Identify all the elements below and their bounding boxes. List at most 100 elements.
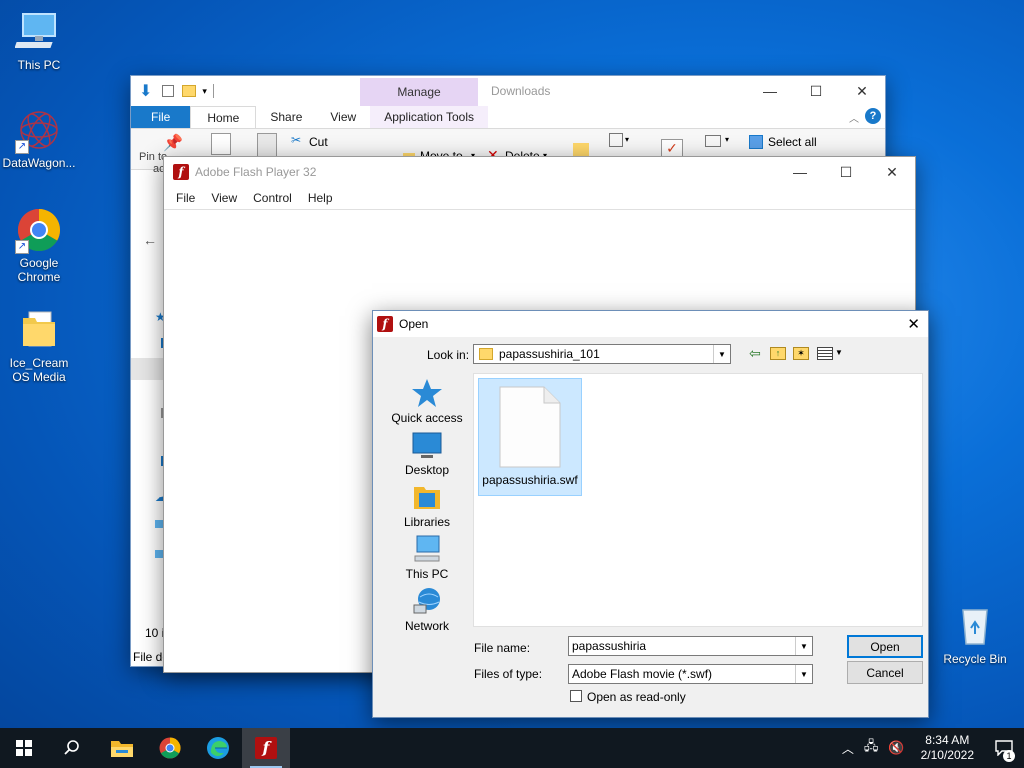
search-button[interactable] [48,728,96,768]
show-hidden-icons-icon[interactable]: ︿ [836,740,860,757]
clock[interactable]: 8:34 AM 2/10/2022 [911,733,984,763]
minimize-button[interactable]: — [747,76,793,106]
close-button[interactable]: ✕ [907,315,920,333]
shortcut-arrow-icon: ↗ [15,240,29,254]
cancel-button[interactable]: Cancel [847,661,923,684]
view-menu-icon[interactable] [817,347,833,360]
file-item[interactable]: papassushiria.swf [478,378,582,496]
dialog-titlebar[interactable]: f Open ✕ [373,311,928,337]
system-tray: ︿ 🖧 🔇 8:34 AM 2/10/2022 1 [836,728,1024,768]
datawagon-icon: ↗ [15,106,63,154]
chevron-down-icon[interactable]: ▼ [795,637,812,655]
nav-selected-row[interactable] [131,358,167,380]
flash-menubar: File View Control Help [164,187,915,209]
look-in-dropdown[interactable]: papassushiria_101 ▼ [473,344,731,364]
up-folder-icon[interactable]: ↑ [770,347,786,360]
desktop-icon-label: Ice_Cream OS Media [9,356,69,384]
select-all-button[interactable]: Select all [768,135,817,149]
tab-file[interactable]: File [131,106,191,128]
select-all-icon [749,135,763,149]
file-list[interactable]: papassushiria.swf [473,373,923,627]
notification-center-button[interactable]: 1 [984,728,1024,768]
menu-file[interactable]: File [168,191,203,205]
menu-help[interactable]: Help [300,191,341,205]
open-icon[interactable] [705,135,721,147]
flash-logo-icon: f [377,316,393,332]
desktop-icon-ice-cream-os-media[interactable]: Ice_Cream OS Media [0,306,78,384]
taskbar-file-explorer[interactable] [98,728,146,768]
file-name-input[interactable]: papassushiria ▼ [568,636,813,656]
readonly-checkbox[interactable] [570,690,582,702]
minimize-button[interactable]: — [777,157,823,187]
checkbox-icon[interactable] [162,85,175,97]
search-icon [64,740,79,755]
tab-view[interactable]: View [316,106,370,128]
place-quick-access[interactable]: Quick access [379,377,475,425]
maximize-button[interactable]: ☐ [793,76,839,106]
place-desktop[interactable]: Desktop [379,429,475,477]
place-this-pc[interactable]: This PC [379,533,475,581]
expand-ribbon-icon[interactable]: ︿ [849,110,859,125]
help-icon[interactable]: ? [865,108,881,124]
customize-toolbar-icon[interactable]: ▾ [202,86,207,97]
places-bar: Quick access Desktop Libraries This PC N… [379,373,475,635]
explorer-titlebar[interactable]: ⬇ ▾ Manage Downloads — ☐ ✕ [131,76,885,106]
desktop-icon-this-pc[interactable]: This PC [0,8,78,72]
open-button[interactable]: Open [847,635,923,658]
quick-access-down-icon[interactable]: ⬇ [139,81,152,101]
open-dialog[interactable]: f Open ✕ Look in: papassushiria_101 ▼ ⇦ … [372,310,929,718]
manage-label: Manage [397,85,441,99]
cut-label[interactable]: Cut [309,135,328,149]
computer-icon [411,533,443,565]
taskbar-flash-player[interactable]: f [242,728,290,768]
new-folder-icon[interactable]: ✶ [793,347,809,360]
clock-time: 8:34 AM [925,733,970,747]
desktop-icon-recycle-bin[interactable]: Recycle Bin [936,602,1014,666]
place-libraries[interactable]: Libraries [379,481,475,529]
file-type-label: Files of type: [474,667,543,681]
flash-logo-icon: f [173,164,189,180]
menu-control[interactable]: Control [245,191,300,205]
back-arrow-icon[interactable]: ← [143,232,157,248]
taskbar-chrome[interactable] [146,728,194,768]
place-label: Libraries [403,515,451,529]
file-type-dropdown[interactable]: Adobe Flash movie (*.swf) ▼ [568,664,813,684]
new-item-arrow-icon: ▾ [625,135,630,144]
desktop-icon-google-chrome[interactable]: ↗ Google Chrome [0,206,78,284]
tab-application-tools[interactable]: Application Tools [370,106,489,128]
manage-context-tab[interactable]: Manage [360,78,478,106]
flash-logo-icon: f [255,737,277,759]
desktop-icon-datawagon[interactable]: ↗ DataWagon... [0,106,78,170]
menu-view[interactable]: View [203,191,245,205]
close-button[interactable]: ✕ [839,76,885,106]
taskbar-edge[interactable] [194,728,242,768]
chevron-down-icon[interactable]: ▼ [713,345,730,363]
file-name-label: File name: [474,641,531,655]
tab-home[interactable]: Home [190,106,257,128]
flash-titlebar[interactable]: f Adobe Flash Player 32 — ☐ ✕ [164,157,915,187]
taskbar: f ︿ 🖧 🔇 8:34 AM 2/10/2022 1 [0,728,1024,768]
copy-icon[interactable] [211,133,231,155]
recycle-bin-icon [951,602,999,650]
file-name-value: papassushiria [572,639,647,653]
close-button[interactable]: ✕ [869,157,915,187]
start-button[interactable] [0,728,48,768]
chevron-down-icon[interactable]: ▼ [795,665,812,683]
scissors-icon[interactable]: ✂ [291,133,301,147]
place-network[interactable]: Network [379,585,475,633]
tab-share[interactable]: Share [256,106,316,128]
libraries-icon [411,481,443,513]
clock-date: 2/10/2022 [920,748,974,762]
maximize-button[interactable]: ☐ [823,157,869,187]
computer-icon [14,8,63,56]
new-item-icon[interactable] [609,133,623,147]
paste-icon[interactable] [257,133,277,157]
volume-muted-icon[interactable]: 🔇 [882,740,910,756]
desktop-icon-label: DataWagon... [2,156,76,170]
explorer-title: Downloads [491,84,551,98]
open-arrow-icon: ▾ [725,135,730,144]
view-menu-arrow-icon[interactable]: ▼ [835,348,843,357]
back-arrow-icon[interactable]: ⇦ [749,345,761,362]
network-tray-icon[interactable]: 🖧 [860,737,883,759]
flash-title: Adobe Flash Player 32 [195,165,317,179]
